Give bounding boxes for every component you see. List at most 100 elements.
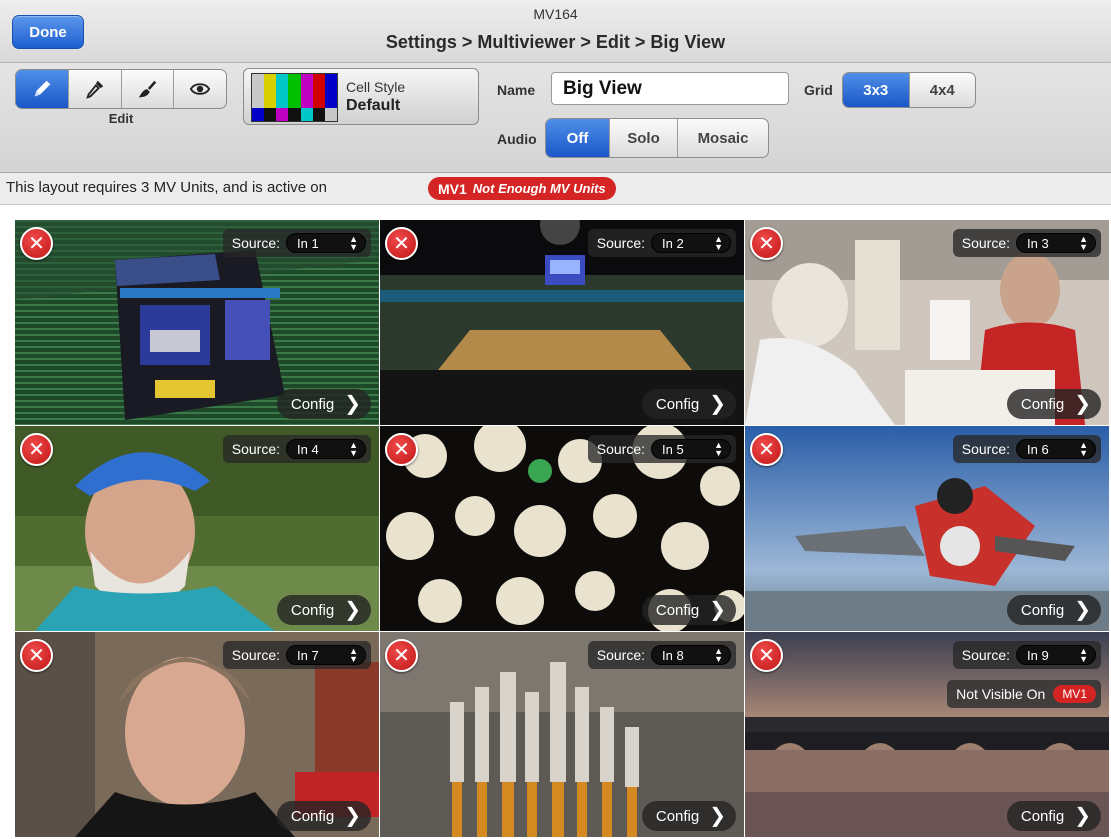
source-value: In 4 xyxy=(297,441,319,457)
close-icon: ✕ xyxy=(393,439,410,461)
config-button[interactable]: Config ❯ xyxy=(641,389,736,419)
view-cell-5[interactable]: ✕ Source: In 5 ▲ ▼ Config ❯ xyxy=(380,426,744,631)
source-select[interactable]: In 4 ▲ ▼ xyxy=(286,439,366,459)
pencil-icon xyxy=(34,80,51,97)
name-input[interactable] xyxy=(551,72,789,105)
audio-label: Audio xyxy=(497,131,537,147)
status-unit: MV1 xyxy=(438,180,467,197)
config-button[interactable]: Config ❯ xyxy=(641,595,736,625)
config-label: Config xyxy=(655,601,700,619)
audio-solo-option[interactable]: Solo xyxy=(610,119,678,157)
chevron-right-icon: ❯ xyxy=(1074,805,1091,827)
source-label: Source: xyxy=(231,647,280,663)
remove-cell-9-button[interactable]: ✕ xyxy=(750,639,783,672)
chevron-right-icon: ❯ xyxy=(1074,599,1091,621)
cell-7-source: Source: In 7 ▲ ▼ xyxy=(222,641,371,669)
remove-cell-8-button[interactable]: ✕ xyxy=(385,639,418,672)
close-icon: ✕ xyxy=(393,645,410,667)
remove-cell-6-button[interactable]: ✕ xyxy=(750,433,783,466)
config-button[interactable]: Config ❯ xyxy=(1006,389,1101,419)
config-button[interactable]: Config ❯ xyxy=(276,389,371,419)
source-value: In 5 xyxy=(662,441,684,457)
config-button[interactable]: Config ❯ xyxy=(276,801,371,831)
cell-2-source: Source: In 2 ▲ ▼ xyxy=(587,229,736,257)
chevron-right-icon: ❯ xyxy=(709,393,726,415)
not-visible-unit-badge: MV1 xyxy=(1053,685,1096,703)
source-label: Source: xyxy=(961,441,1010,457)
view-cell-9[interactable]: ✕ Source: In 9 ▲ ▼ Not Visible On MV1 Con… xyxy=(745,632,1109,837)
toolbar: Edit Cell Style Default Name Grid 3x3 4x… xyxy=(0,63,1111,173)
remove-cell-3-button[interactable]: ✕ xyxy=(750,227,783,260)
source-select[interactable]: In 5 ▲ ▼ xyxy=(651,439,731,459)
cell-9-source: Source: In 9 ▲ ▼ xyxy=(952,641,1101,669)
remove-cell-7-button[interactable]: ✕ xyxy=(20,639,53,672)
source-value: In 8 xyxy=(662,647,684,663)
config-label: Config xyxy=(1020,807,1065,825)
not-visible-label: Not Visible On xyxy=(956,686,1046,702)
chevron-right-icon: ❯ xyxy=(709,599,726,621)
source-value: In 1 xyxy=(297,235,319,251)
config-button[interactable]: Config ❯ xyxy=(1006,595,1101,625)
cell-3-source: Source: In 3 ▲ ▼ xyxy=(952,229,1101,257)
name-label: Name xyxy=(497,82,536,98)
source-select[interactable]: In 8 ▲ ▼ xyxy=(651,645,731,665)
source-value: In 2 xyxy=(662,235,684,251)
breadcrumb: Settings > Multiviewer > Edit > Big View xyxy=(385,32,726,52)
stepper-arrows-icon: ▲ ▼ xyxy=(349,646,358,664)
config-label: Config xyxy=(1020,601,1065,619)
eye-tool-button[interactable] xyxy=(174,70,226,108)
source-select[interactable]: In 2 ▲ ▼ xyxy=(651,233,731,253)
remove-cell-5-button[interactable]: ✕ xyxy=(385,433,418,466)
grid-segmented: 3x3 4x4 xyxy=(842,72,976,108)
config-label: Config xyxy=(655,807,700,825)
remove-cell-1-button[interactable]: ✕ xyxy=(20,227,53,260)
source-select[interactable]: In 1 ▲ ▼ xyxy=(286,233,366,253)
status-warning: Not Enough MV Units xyxy=(472,181,606,196)
close-icon: ✕ xyxy=(28,233,45,255)
source-value: In 6 xyxy=(1027,441,1049,457)
stepper-arrows-icon: ▲ ▼ xyxy=(1079,440,1088,458)
config-label: Config xyxy=(290,601,335,619)
remove-cell-4-button[interactable]: ✕ xyxy=(20,433,53,466)
multiview-grid: ✕ Source: In 1 ▲ ▼ Config ❯ ✕ Source: In… xyxy=(15,220,1110,838)
close-icon: ✕ xyxy=(758,233,775,255)
view-cell-7[interactable]: ✕ Source: In 7 ▲ ▼ Config ❯ xyxy=(15,632,379,837)
cell-5-source: Source: In 5 ▲ ▼ xyxy=(587,435,736,463)
chevron-right-icon: ❯ xyxy=(344,393,361,415)
eyedropper-tool-button[interactable] xyxy=(69,70,122,108)
audio-mosaic-option[interactable]: Mosaic xyxy=(678,119,768,157)
edit-label: Edit xyxy=(108,111,134,126)
config-label: Config xyxy=(655,395,700,413)
source-select[interactable]: In 3 ▲ ▼ xyxy=(1016,233,1096,253)
stepper-arrows-icon: ▲ ▼ xyxy=(714,646,723,664)
view-cell-1[interactable]: ✕ Source: In 1 ▲ ▼ Config ❯ xyxy=(15,220,379,425)
close-icon: ✕ xyxy=(758,645,775,667)
view-cell-4[interactable]: ✕ Source: In 4 ▲ ▼ Config ❯ xyxy=(15,426,379,631)
source-select[interactable]: In 7 ▲ ▼ xyxy=(286,645,366,665)
source-select[interactable]: In 6 ▲ ▼ xyxy=(1016,439,1096,459)
stepper-arrows-icon: ▲ ▼ xyxy=(714,440,723,458)
config-button[interactable]: Config ❯ xyxy=(276,595,371,625)
grid-3x3-option[interactable]: 3x3 xyxy=(843,73,910,107)
view-cell-8[interactable]: ✕ Source: In 8 ▲ ▼ Config ❯ xyxy=(380,632,744,837)
pencil-tool-button[interactable] xyxy=(16,70,69,108)
close-icon: ✕ xyxy=(28,645,45,667)
config-button[interactable]: Config ❯ xyxy=(641,801,736,831)
view-cell-3[interactable]: ✕ Source: In 3 ▲ ▼ Config ❯ xyxy=(745,220,1109,425)
done-button[interactable]: Done xyxy=(12,15,84,49)
config-label: Config xyxy=(290,807,335,825)
grid-4x4-option[interactable]: 4x4 xyxy=(910,73,976,107)
brush-tool-button[interactable] xyxy=(122,70,175,108)
cell-6-source: Source: In 6 ▲ ▼ xyxy=(952,435,1101,463)
audio-off-option[interactable]: Off xyxy=(546,119,610,157)
layout-status-bar: This layout requires 3 MV Units, and is … xyxy=(0,173,1111,205)
view-cell-6[interactable]: ✕ Source: In 6 ▲ ▼ Config ❯ xyxy=(745,426,1109,631)
config-button[interactable]: Config ❯ xyxy=(1006,801,1101,831)
remove-cell-2-button[interactable]: ✕ xyxy=(385,227,418,260)
edit-tools-segmented xyxy=(15,69,227,109)
cell-style-button[interactable]: Cell Style Default xyxy=(243,68,479,125)
title-bar: MV164 Settings > Multiviewer > Edit > Bi… xyxy=(0,0,1111,63)
source-select[interactable]: In 9 ▲ ▼ xyxy=(1016,645,1096,665)
view-cell-2[interactable]: ✕ Source: In 2 ▲ ▼ Config ❯ xyxy=(380,220,744,425)
color-bars-icon xyxy=(251,73,338,122)
